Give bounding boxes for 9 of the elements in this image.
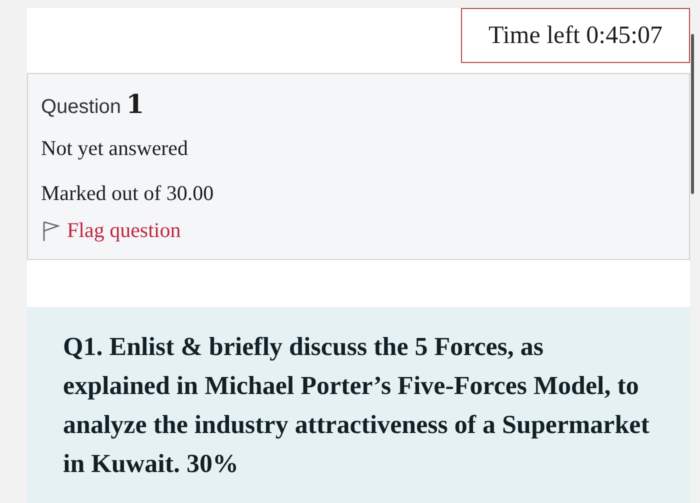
answer-status: Not yet answered (41, 135, 189, 162)
question-text: Q1. Enlist & briefly discuss the 5 Forces, as explained in Michael Porter’s Five-Forces Model, to analyze the industry attractiveness of a Supermarket in Kuwait. 30% (27, 307, 690, 503)
flag-question-link[interactable]: Flag question (41, 218, 181, 243)
question-number: 1 (126, 90, 144, 120)
question-label: Question (41, 96, 122, 119)
timer: Time left 0:45:07 (461, 8, 690, 63)
marks-text: Marked out of 30.00 (41, 180, 215, 207)
flag-icon (41, 220, 61, 242)
scrollbar[interactable] (691, 34, 694, 194)
